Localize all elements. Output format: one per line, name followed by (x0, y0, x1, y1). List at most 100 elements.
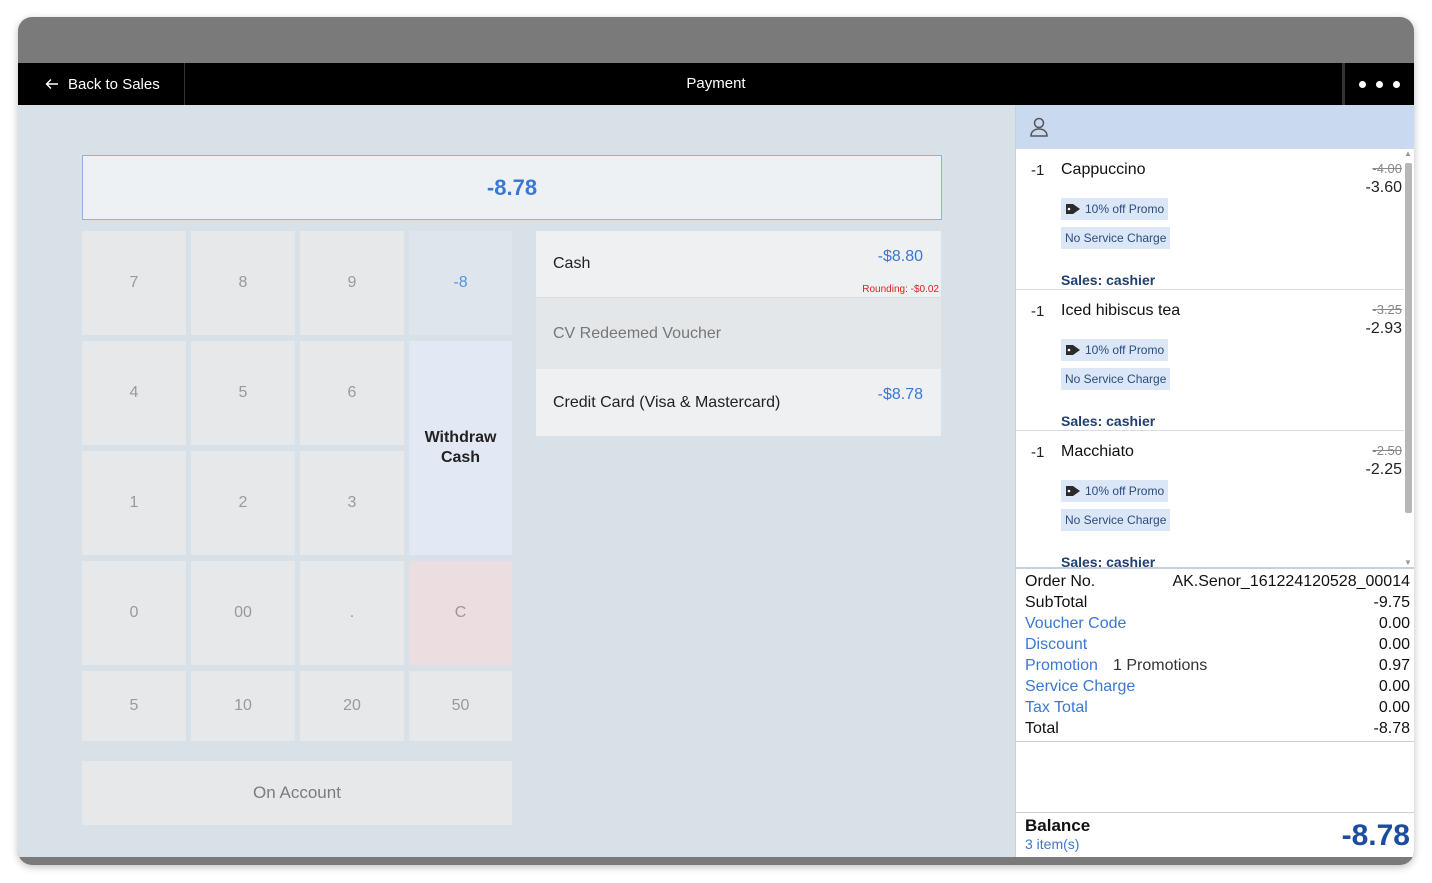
promotion-link[interactable]: Promotion (1025, 657, 1098, 674)
more-dot (1376, 80, 1383, 88)
promo-label: 10% off Promo (1085, 484, 1165, 498)
subtotal-value: -9.75 (1373, 594, 1410, 611)
order-item[interactable]: -1 Macchiato -2.50 -2.25 10% off Promo N… (1016, 431, 1404, 567)
device-frame: Back to Sales Payment -8.78 7 8 9 -8 4 5… (18, 17, 1414, 865)
payment-method-voucher[interactable]: CV Redeemed Voucher (536, 298, 941, 369)
item-original-price: -2.50 (1372, 443, 1402, 458)
tag-icon (1066, 204, 1080, 214)
item-sales-person: Sales: cashier (1061, 554, 1156, 567)
back-to-sales-label: Back to Sales (68, 75, 160, 93)
payment-panel: -8.78 7 8 9 -8 4 5 6 Withdraw Cash 1 2 3… (18, 105, 1015, 857)
promo-tag: 10% off Promo (1061, 198, 1169, 220)
customer-header[interactable] (1016, 105, 1414, 149)
service-charge-row: Service Charge 0.00 (1025, 678, 1410, 699)
tag-icon (1066, 345, 1080, 355)
key-5[interactable]: 5 (191, 341, 295, 445)
item-qty: -1 (1031, 444, 1045, 461)
payment-method-cash[interactable]: Cash -$8.80 Rounding: -$0.02 (536, 231, 941, 298)
quick-amount-5[interactable]: 5 (82, 671, 186, 741)
more-dots-icon (1359, 80, 1366, 88)
promo-tag: 10% off Promo (1061, 480, 1169, 502)
tax-total-link[interactable]: Tax Total (1025, 699, 1088, 716)
scroll-up-icon[interactable]: ▲ (1404, 149, 1412, 158)
user-icon[interactable] (1028, 116, 1050, 138)
payment-method-label: Credit Card (Visa & Mastercard) (553, 393, 781, 411)
service-charge-tag: No Service Charge (1061, 509, 1171, 531)
key-6[interactable]: 6 (300, 341, 404, 445)
key-9[interactable]: 9 (300, 231, 404, 335)
order-items-list: -1 Cappuccino -4.00 -3.60 10% off Promo … (1016, 149, 1414, 567)
order-number-value: AK.Senor_161224120528_00014 (1172, 573, 1410, 590)
total-row: Total -8.78 (1025, 720, 1410, 741)
more-menu-button[interactable] (1342, 63, 1414, 105)
item-original-price: -4.00 (1372, 161, 1402, 176)
scrollbar-thumb[interactable] (1405, 163, 1412, 513)
discount-link[interactable]: Discount (1025, 636, 1087, 653)
arrow-left-icon (45, 79, 58, 89)
back-to-sales-button[interactable]: Back to Sales (18, 63, 185, 105)
item-sales-person: Sales: cashier (1061, 272, 1156, 288)
payment-method-amount: -$8.80 (877, 248, 923, 265)
quick-amount-10[interactable]: 10 (191, 671, 295, 741)
payment-method-label: CV Redeemed Voucher (553, 324, 722, 342)
tag-icon (1066, 486, 1080, 496)
total-label: Total (1025, 720, 1059, 737)
item-price: -2.25 (1365, 461, 1402, 478)
items-scrollbar[interactable]: ▲ ▼ (1404, 149, 1412, 567)
item-original-price: -3.25 (1372, 302, 1402, 317)
total-value: -8.78 (1373, 720, 1410, 737)
key-decimal[interactable]: . (300, 561, 404, 665)
top-bar: Back to Sales Payment (18, 63, 1414, 105)
order-number-row: Order No. AK.Senor_161224120528_00014 (1025, 573, 1410, 594)
service-charge-value: 0.00 (1378, 678, 1410, 695)
item-price: -3.60 (1365, 179, 1402, 196)
promotion-row: Promotion 1 Promotions 0.97 (1025, 657, 1410, 678)
key-1[interactable]: 1 (82, 451, 186, 555)
on-account-button[interactable]: On Account (82, 761, 512, 825)
subtotal-label: SubTotal (1025, 594, 1088, 611)
promo-label: 10% off Promo (1085, 343, 1165, 357)
item-sales-person: Sales: cashier (1061, 413, 1156, 429)
quick-amount-20[interactable]: 20 (300, 671, 404, 741)
item-qty: -1 (1031, 162, 1045, 179)
quick-amount-50[interactable]: 50 (409, 671, 512, 741)
key-00[interactable]: 00 (191, 561, 295, 665)
amount-display: -8.78 (82, 155, 942, 220)
scroll-down-icon[interactable]: ▼ (1404, 558, 1412, 567)
tax-row: Tax Total 0.00 (1025, 699, 1410, 720)
discount-value: 0.00 (1378, 636, 1410, 653)
withdraw-cash-button[interactable]: Withdraw Cash (409, 341, 512, 555)
key-negative-amount[interactable]: -8 (409, 231, 512, 335)
promotion-count: 1 Promotions (1113, 657, 1208, 674)
promo-label: 10% off Promo (1085, 202, 1165, 216)
item-name: Cappuccino (1061, 161, 1146, 178)
payment-method-credit-card[interactable]: Credit Card (Visa & Mastercard) -$8.78 (536, 369, 941, 436)
voucher-row: Voucher Code 0.00 (1025, 615, 1410, 636)
key-3[interactable]: 3 (300, 451, 404, 555)
order-sidebar: -1 Cappuccino -4.00 -3.60 10% off Promo … (1015, 105, 1414, 857)
order-summary: Order No. AK.Senor_161224120528_00014 Su… (1016, 567, 1414, 742)
key-8[interactable]: 8 (191, 231, 295, 335)
order-item[interactable]: -1 Iced hibiscus tea -3.25 -2.93 10% off… (1016, 290, 1404, 431)
service-charge-tag: No Service Charge (1061, 368, 1171, 390)
order-number-label: Order No. (1025, 573, 1096, 590)
voucher-value: 0.00 (1378, 615, 1410, 632)
discount-row: Discount 0.00 (1025, 636, 1410, 657)
clear-button[interactable]: C (409, 561, 512, 665)
voucher-code-link[interactable]: Voucher Code (1025, 615, 1126, 632)
item-name: Macchiato (1061, 443, 1134, 460)
key-2[interactable]: 2 (191, 451, 295, 555)
item-price: -2.93 (1365, 320, 1402, 337)
service-charge-link[interactable]: Service Charge (1025, 678, 1135, 695)
key-0[interactable]: 0 (82, 561, 186, 665)
order-item[interactable]: -1 Cappuccino -4.00 -3.60 10% off Promo … (1016, 149, 1404, 290)
service-charge-tag: No Service Charge (1061, 227, 1171, 249)
balance-value: -8.78 (1341, 819, 1410, 852)
key-4[interactable]: 4 (82, 341, 186, 445)
promo-tag: 10% off Promo (1061, 339, 1169, 361)
key-7[interactable]: 7 (82, 231, 186, 335)
payment-method-label: Cash (553, 255, 591, 272)
item-name: Iced hibiscus tea (1061, 302, 1181, 319)
more-dot (1393, 80, 1400, 88)
tax-total-value: 0.00 (1378, 699, 1410, 716)
